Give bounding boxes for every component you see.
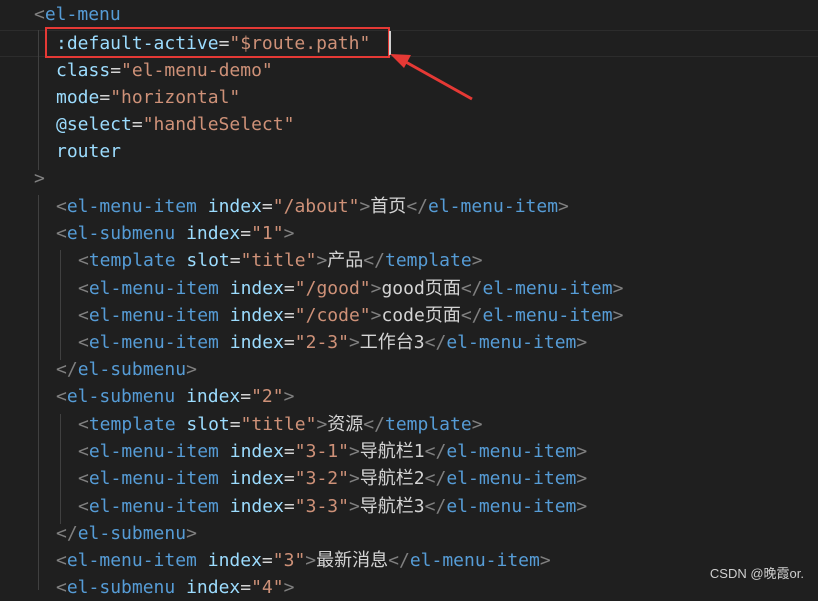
code-editor[interactable]: <el-menu :default-active="$route.path" c… — [0, 0, 818, 598]
watermark: CSDN @晚霞or. — [709, 566, 804, 581]
annotation-arrow-icon — [390, 54, 473, 101]
